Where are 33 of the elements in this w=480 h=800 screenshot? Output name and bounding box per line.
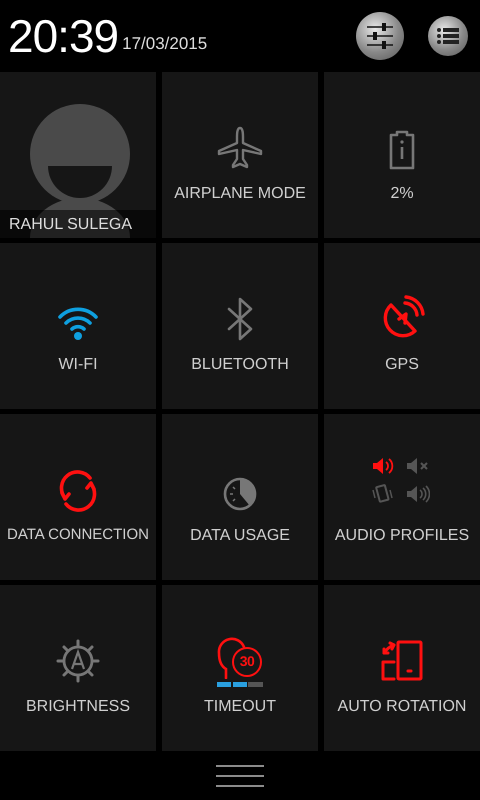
timeout-value: 30: [232, 647, 262, 677]
tile-label: AUTO ROTATION: [338, 697, 466, 717]
drawer-handle-icon[interactable]: [216, 764, 264, 786]
tile-label: 2%: [390, 184, 414, 204]
gps-tile[interactable]: GPS: [324, 243, 480, 409]
bluetooth-tile[interactable]: BLUETOOTH: [162, 243, 318, 409]
tile-label: TIMEOUT: [204, 697, 276, 717]
tile-label: BRIGHTNESS: [26, 697, 130, 717]
tile-label: AIRPLANE MODE: [174, 184, 306, 204]
tile-label: AUDIO PROFILES: [334, 526, 470, 546]
list-button[interactable]: [428, 16, 468, 56]
date-text: 17/03/2015: [122, 32, 208, 54]
settings-button[interactable]: [356, 12, 404, 60]
profile-tile[interactable]: RAHUL SULEGA: [0, 72, 156, 238]
brightness-tile[interactable]: BRIGHTNESS: [0, 585, 156, 751]
tile-label: GPS: [385, 355, 419, 375]
tile-label: DATA CONNECTION: [7, 525, 149, 545]
data-tile[interactable]: DATA CONNECTION: [0, 414, 156, 580]
battery-tile[interactable]: 2%: [324, 72, 480, 238]
tile-label: BLUETOOTH: [191, 355, 289, 375]
wifi-tile[interactable]: WI-FI: [0, 243, 156, 409]
list-icon: [436, 26, 460, 46]
usage-tile[interactable]: DATA USAGE: [162, 414, 318, 580]
airplane-tile[interactable]: AIRPLANE MODE: [162, 72, 318, 238]
rotation-tile[interactable]: AUTO ROTATION: [324, 585, 480, 751]
sliders-icon: [365, 22, 395, 50]
tile-label: DATA USAGE: [190, 526, 290, 546]
audio-tile[interactable]: AUDIO PROFILES: [324, 414, 480, 580]
tile-label: WI-FI: [58, 355, 98, 375]
profile-name: RAHUL SULEGA: [0, 210, 156, 238]
timeout-bar: [217, 682, 263, 687]
timeout-tile[interactable]: 30 TIMEOUT: [162, 585, 318, 751]
clock-time: 20:39: [8, 13, 118, 59]
